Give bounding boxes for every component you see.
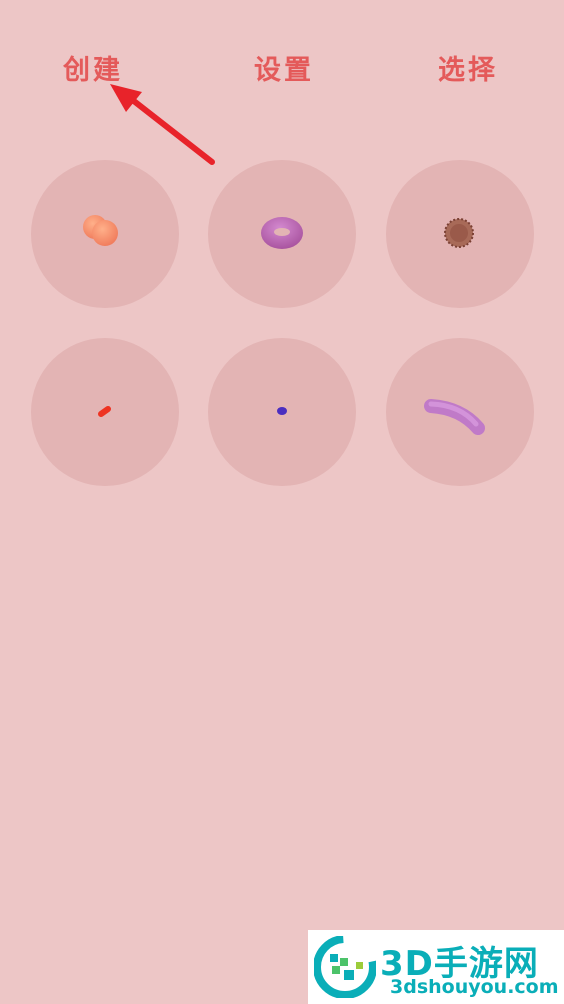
shape-cell-red-capsule[interactable] bbox=[31, 338, 179, 486]
shape-grid bbox=[0, 0, 564, 520]
watermark: 3D手游网 3dshouyou.com bbox=[308, 930, 564, 1004]
shape-cell-peach-blob[interactable] bbox=[31, 160, 179, 308]
watermark-url: 3dshouyou.com bbox=[390, 976, 559, 998]
shape-cell-blue-dot[interactable] bbox=[208, 338, 356, 486]
brown-spiky-ball-icon bbox=[444, 218, 474, 248]
watermark-logo-icon bbox=[314, 936, 376, 998]
shape-cell-spiky-ball[interactable] bbox=[386, 160, 534, 308]
peach-blob-icon bbox=[83, 215, 118, 246]
purple-torus-icon bbox=[261, 217, 303, 249]
shape-cell-pink-worm[interactable] bbox=[386, 338, 534, 486]
pink-worm-icon bbox=[424, 399, 485, 435]
red-capsule-icon bbox=[98, 406, 111, 417]
shape-cell-purple-torus[interactable] bbox=[208, 160, 356, 308]
blue-dot-icon bbox=[277, 407, 287, 415]
